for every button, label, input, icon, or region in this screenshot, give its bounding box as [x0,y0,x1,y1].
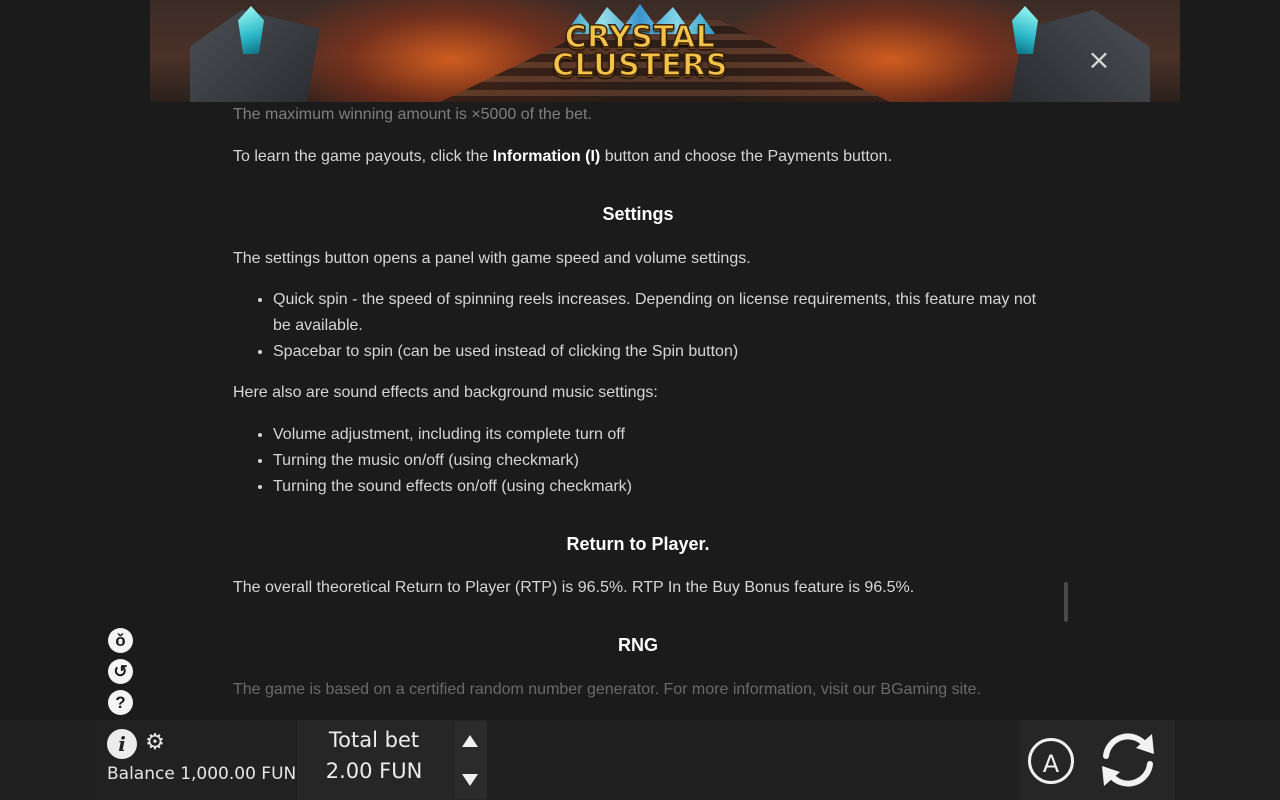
sound-list: Volume adjustment, including its complet… [233,422,1043,500]
logo-line-2: CLUSTERS [551,48,728,83]
bet-stepper [455,722,487,798]
bet-increase-icon[interactable] [462,735,478,747]
rtp-heading: Return to Player. [566,534,710,554]
total-bet-label: Total bet [328,728,420,752]
bet-decrease-icon[interactable] [462,774,478,786]
information-button-ref: Information (I) [492,148,601,165]
settings-list: Quick spin - the speed of spinning reels… [233,287,1043,365]
list-item: Turning the sound effects on/off (using … [273,474,1043,500]
close-icon[interactable]: × [1086,46,1112,74]
rng-heading: RNG [618,635,658,655]
settings-intro: The settings button opens a panel with g… [233,250,751,267]
total-bet-value: 2.00 FUN [325,759,423,783]
max-win-text: The maximum winning amount is ×5000 of t… [233,106,592,123]
history-icon[interactable]: ↺ [108,659,133,684]
list-item: Spacebar to spin (can be used instead of… [273,339,1043,365]
list-item: Volume adjustment, including its complet… [273,422,1043,448]
help-icon[interactable]: ? [108,690,133,715]
settings-heading: Settings [602,204,674,224]
payouts-paragraph: To learn the game payouts, click the Inf… [233,144,1043,170]
game-rules-screen: CRYSTAL CLUSTERS × The maximum winning a… [0,0,1280,800]
game-logo: CRYSTAL CLUSTERS [545,4,735,98]
gear-icon[interactable]: ⚙ [143,731,167,755]
spin-button[interactable] [1094,726,1162,794]
header-banner: CRYSTAL CLUSTERS [150,0,1180,102]
fast-play-icon[interactable]: ǒ [108,628,133,653]
payouts-text-end: button and choose the Payments button. [600,148,893,165]
balance-text: Balance 1,000.00 FUN [107,764,297,784]
sound-intro: Here also are sound effects and backgrou… [233,384,658,401]
rng-text: The game is based on a certified random … [233,681,981,698]
scrollbar-thumb[interactable] [1064,582,1068,622]
info-icon[interactable]: i [107,729,137,759]
payouts-text-start: To learn the game payouts, click the [233,148,493,165]
list-item: Turning the music on/off (using checkmar… [273,448,1043,474]
rtp-text: The overall theoretical Return to Player… [233,579,915,596]
autoplay-button[interactable]: A [1028,738,1074,784]
list-item: Quick spin - the speed of spinning reels… [273,287,1043,339]
